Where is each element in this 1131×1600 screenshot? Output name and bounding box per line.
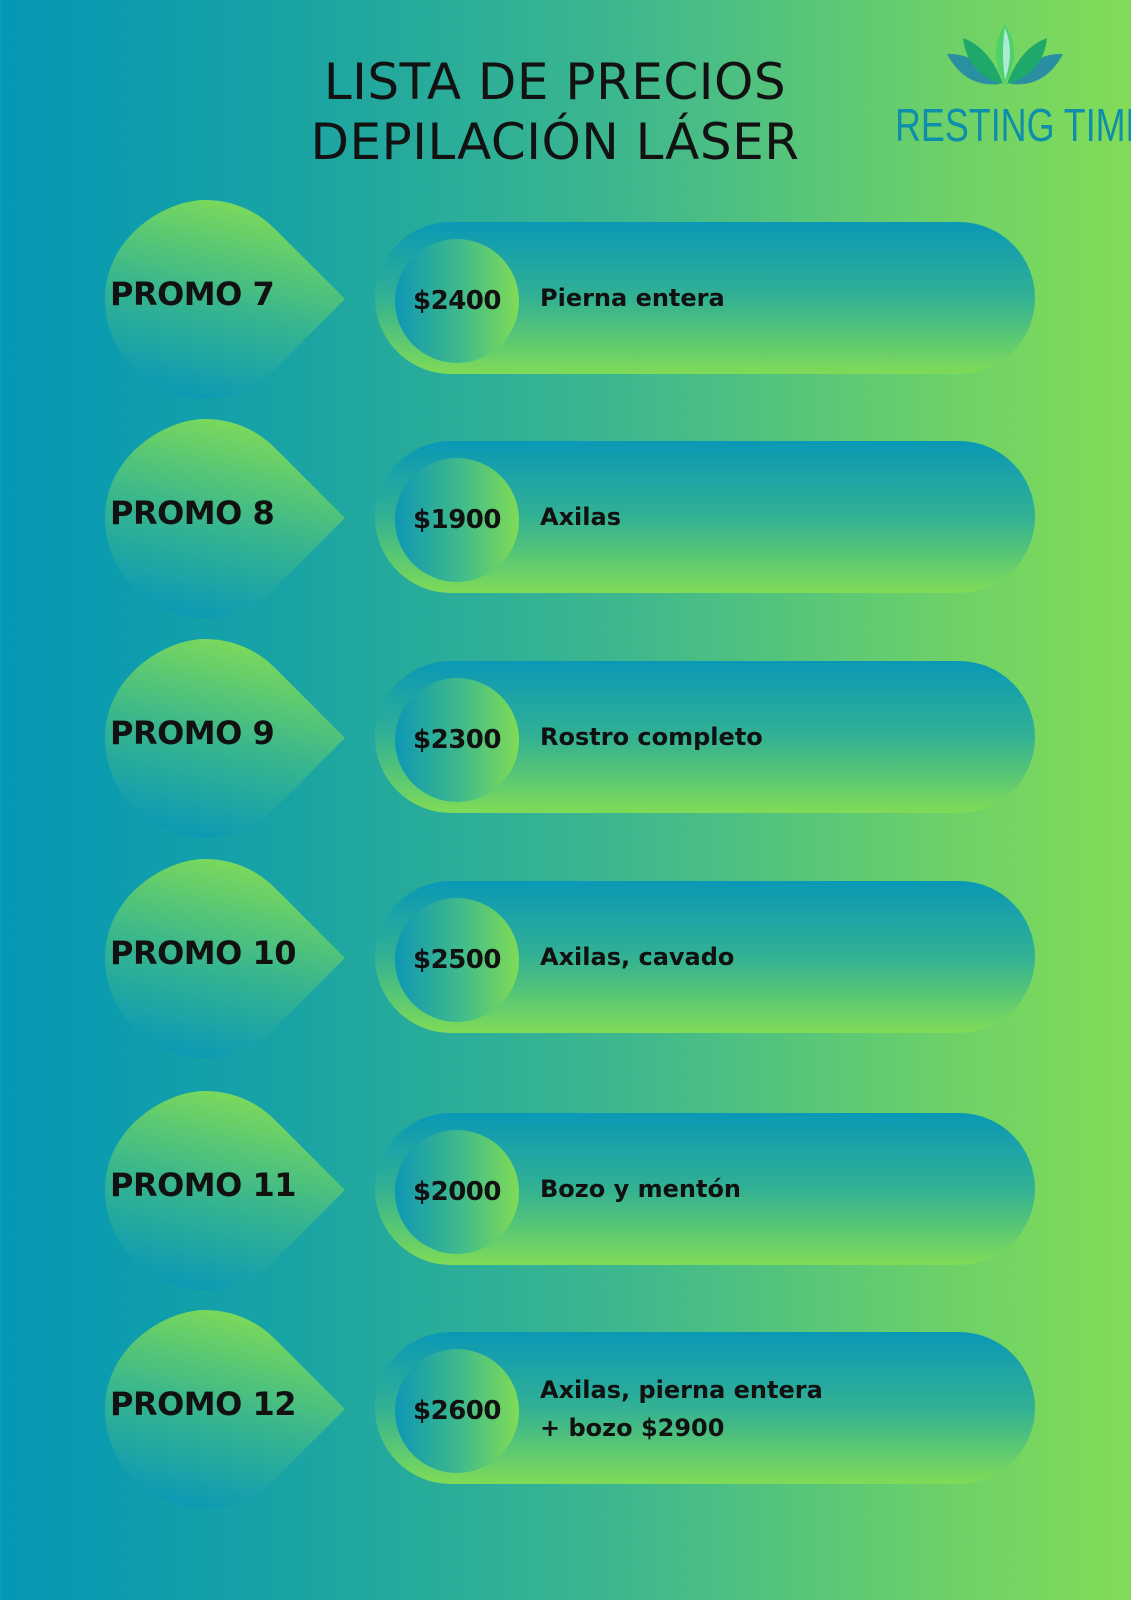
promo-description: Rostro completo — [540, 718, 763, 756]
promo-description-line: Axilas — [540, 503, 621, 531]
promo-description-line: Bozo y mentón — [540, 1175, 742, 1203]
promo-description: Axilas — [540, 498, 621, 536]
page-title: LISTA DE PRECIOS DEPILACIÓN LÁSER — [250, 52, 860, 172]
promo-price: $2500 — [413, 945, 501, 975]
promo-description-line: + bozo $2900 — [540, 1414, 725, 1442]
promo-label: PROMO 9 — [110, 714, 275, 752]
resting-time-logo: RESTING TIME — [895, 22, 1131, 162]
promo-label: PROMO 7 — [110, 275, 275, 313]
promo-row: PROMO 9 $2300 Rostro completo — [0, 636, 1131, 846]
promo-description-line: Pierna entera — [540, 284, 725, 312]
promo-description: Axilas, cavado — [540, 938, 734, 976]
promo-price: $1900 — [413, 505, 501, 535]
promo-row: PROMO 7 $2400 Pierna entera — [0, 197, 1131, 407]
promo-description-line: Axilas, pierna entera — [540, 1376, 823, 1404]
promo-label: PROMO 11 — [110, 1166, 297, 1204]
promo-price: $2000 — [413, 1177, 501, 1207]
promo-description-line: Rostro completo — [540, 723, 763, 751]
promo-label: PROMO 8 — [110, 494, 275, 532]
promo-label: PROMO 12 — [110, 1385, 297, 1423]
title-line-2: DEPILACIÓN LÁSER — [310, 113, 800, 171]
title-line-1: LISTA DE PRECIOS — [323, 53, 787, 111]
promo-description-line: Axilas, cavado — [540, 943, 735, 971]
promo-description: Bozo y mentón — [540, 1170, 741, 1208]
promo-row: PROMO 8 $1900 Axilas — [0, 416, 1131, 626]
promo-price: $2400 — [413, 286, 501, 316]
promo-label: PROMO 10 — [110, 934, 297, 972]
promo-row: PROMO 11 $2000 Bozo y mentón — [0, 1088, 1131, 1298]
promo-price: $2300 — [413, 725, 501, 755]
promo-description: Pierna entera — [540, 279, 725, 317]
lotus-leaves-icon — [947, 24, 1063, 85]
promo-description: Axilas, pierna entera + bozo $2900 — [540, 1371, 823, 1447]
promo-row: PROMO 12 $2600 Axilas, pierna entera + bo… — [0, 1307, 1131, 1517]
promo-price: $2600 — [413, 1396, 501, 1426]
promo-row: PROMO 10 $2500 Axilas, cavado — [0, 856, 1131, 1066]
logo-text: RESTING TIME — [895, 99, 1131, 151]
